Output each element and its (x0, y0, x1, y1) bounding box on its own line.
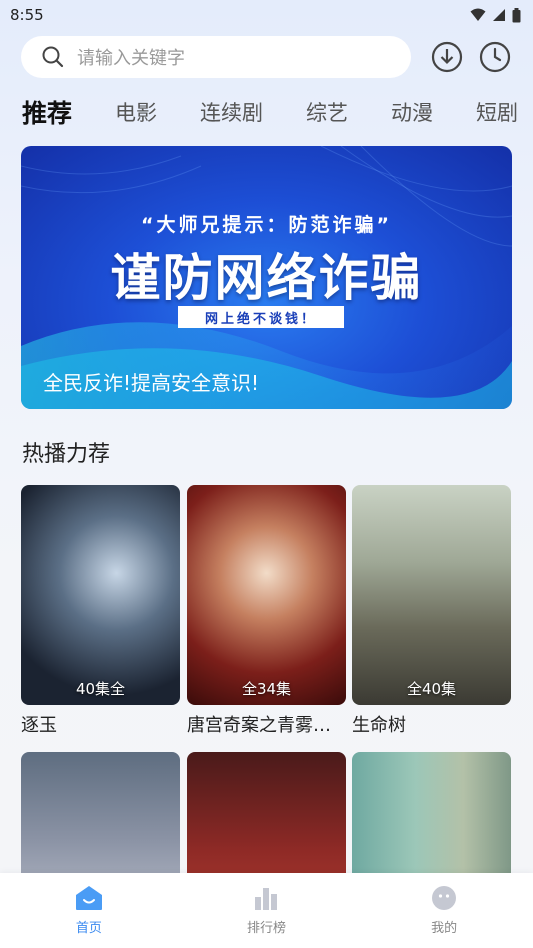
search-placeholder: 请输入关键字 (77, 48, 185, 69)
tab-recommend[interactable]: 推荐 (22, 94, 72, 130)
card-title: 逐玉 (21, 715, 57, 736)
video-card[interactable]: 全40集 生命树 (352, 485, 511, 737)
search-row: 请输入关键字 (21, 36, 513, 78)
poster-image: 40集全 (21, 485, 180, 705)
nav-label: 首页 (75, 921, 102, 936)
clock-icon (479, 41, 511, 73)
banner-title: 谨防网络诈骗 (110, 249, 423, 307)
episode-badge: 40集全 (75, 680, 126, 698)
status-time: 8:55 (10, 6, 44, 24)
video-card[interactable]: 40集全 逐玉 (21, 485, 180, 737)
signal-icon (493, 9, 505, 21)
profile-icon (432, 886, 457, 910)
video-card[interactable]: 全34集 唐宫奇案之青雾风鸣 (187, 485, 346, 737)
section-title: 热播力荐 (22, 442, 111, 467)
home-icon (75, 886, 102, 910)
card-title: 生命树 (352, 715, 406, 736)
banner-tag: 网上绝不谈钱！ (178, 306, 344, 328)
promo-banner[interactable]: “大师兄提示：防范诈骗” 谨防网络诈骗 网上绝不谈钱！ 全民反诈!提高安全意识! (21, 146, 512, 409)
tab-variety[interactable]: 综艺 (306, 97, 348, 127)
nav-profile[interactable]: 我的 (384, 885, 504, 936)
episode-badge: 全40集 (406, 680, 457, 698)
poster-image: 全34集 (187, 485, 346, 705)
chart-icon (255, 888, 278, 910)
wifi-icon (470, 8, 486, 21)
bottom-nav: 首页 排行榜 我的 (0, 873, 533, 948)
nav-label: 我的 (431, 921, 458, 936)
category-tabs: 推荐 电影 连续剧 综艺 动漫 短剧 (22, 92, 533, 132)
tab-series[interactable]: 连续剧 (200, 97, 263, 127)
card-title: 唐宫奇案之青雾风鸣 (187, 715, 346, 736)
search-input[interactable]: 请输入关键字 (21, 36, 411, 78)
tab-anime[interactable]: 动漫 (391, 97, 433, 127)
episode-badge: 全34集 (241, 680, 292, 698)
search-icon (42, 46, 64, 68)
nav-home[interactable]: 首页 (29, 885, 149, 936)
battery-icon (512, 7, 521, 22)
tab-movies[interactable]: 电影 (115, 97, 157, 127)
nav-label: 排行榜 (246, 921, 286, 936)
download-button[interactable] (430, 40, 464, 74)
status-icons (470, 7, 521, 23)
tab-short-drama[interactable]: 短剧 (476, 97, 518, 127)
banner-slogan: 全民反诈!提高安全意识! (43, 371, 260, 395)
poster-image: 全40集 (352, 485, 511, 705)
nav-ranking[interactable]: 排行榜 (206, 885, 326, 936)
banner-quote: “大师兄提示：防范诈骗” (141, 214, 392, 236)
status-bar: 8:55 (0, 0, 533, 30)
history-button[interactable] (478, 40, 512, 74)
download-icon (431, 41, 463, 73)
